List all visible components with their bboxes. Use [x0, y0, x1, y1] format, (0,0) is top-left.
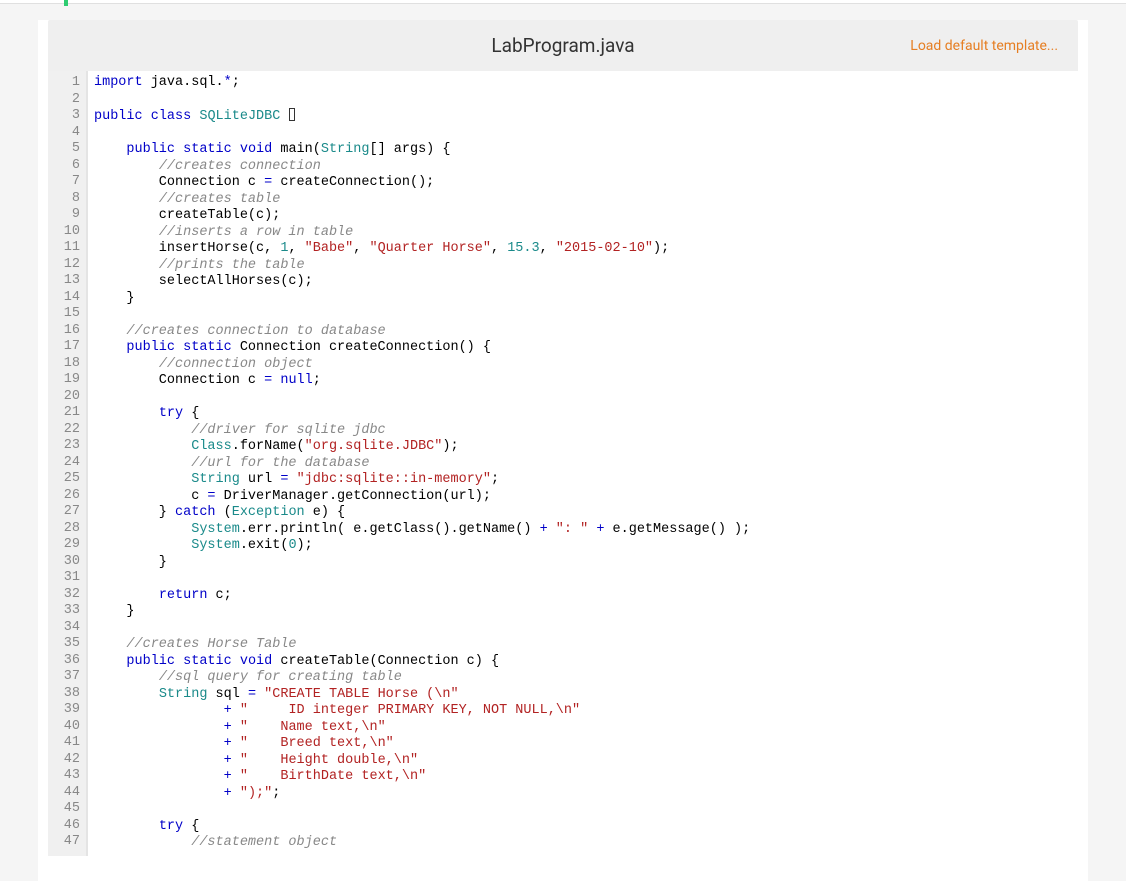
- code-line[interactable]: }: [94, 555, 1072, 572]
- code-line[interactable]: //creates Horse Table: [94, 637, 1072, 654]
- code-line[interactable]: //creates connection to database: [94, 324, 1072, 341]
- code-editor[interactable]: 1 2 3 4 5 6 7 8 9 10 11 12 13 14 15 16 1…: [48, 71, 1078, 856]
- code-line[interactable]: insertHorse(c, 1, "Babe", "Quarter Horse…: [94, 241, 1072, 258]
- page-top-bar: [0, 0, 1126, 4]
- code-line[interactable]: Class.forName("org.sqlite.JDBC");: [94, 439, 1072, 456]
- code-line[interactable]: //prints the table: [94, 258, 1072, 275]
- code-line[interactable]: return c;: [94, 588, 1072, 605]
- code-text-area[interactable]: import java.sql.*; public class SQLiteJD…: [86, 71, 1078, 856]
- code-line[interactable]: + " Name text,\n": [94, 720, 1072, 737]
- code-line[interactable]: //inserts a row in table: [94, 225, 1072, 242]
- code-line[interactable]: //driver for sqlite jdbc: [94, 423, 1072, 440]
- code-line[interactable]: [94, 307, 1072, 324]
- code-line[interactable]: import java.sql.*;: [94, 75, 1072, 92]
- code-line[interactable]: + " BirthDate text,\n": [94, 769, 1072, 786]
- code-line[interactable]: System.err.println( e.getClass().getName…: [94, 522, 1072, 539]
- code-line[interactable]: + ");";: [94, 786, 1072, 803]
- code-line[interactable]: }: [94, 291, 1072, 308]
- code-line[interactable]: public static Connection createConnectio…: [94, 340, 1072, 357]
- code-line[interactable]: System.exit(0);: [94, 538, 1072, 555]
- code-line[interactable]: [94, 390, 1072, 407]
- code-line[interactable]: public class SQLiteJDBC: [94, 108, 1072, 126]
- code-line[interactable]: //url for the database: [94, 456, 1072, 473]
- code-line[interactable]: [94, 802, 1072, 819]
- code-line[interactable]: public static void main(String[] args) {: [94, 142, 1072, 159]
- code-line[interactable]: String url = "jdbc:sqlite::in-memory";: [94, 472, 1072, 489]
- line-number-gutter: 1 2 3 4 5 6 7 8 9 10 11 12 13 14 15 16 1…: [48, 71, 86, 856]
- code-line[interactable]: createTable(c);: [94, 208, 1072, 225]
- code-line[interactable]: //creates connection: [94, 159, 1072, 176]
- code-line[interactable]: Connection c = null;: [94, 373, 1072, 390]
- code-line[interactable]: try {: [94, 819, 1072, 836]
- code-line[interactable]: //creates table: [94, 192, 1072, 209]
- code-line[interactable]: [94, 126, 1072, 143]
- code-line[interactable]: } catch (Exception e) {: [94, 505, 1072, 522]
- code-line[interactable]: + " Breed text,\n": [94, 736, 1072, 753]
- editor-container: LabProgram.java Load default template...…: [38, 20, 1088, 881]
- code-line[interactable]: + " ID integer PRIMARY KEY, NOT NULL,\n": [94, 703, 1072, 720]
- load-default-template-link[interactable]: Load default template...: [635, 38, 1058, 54]
- code-line[interactable]: //connection object: [94, 357, 1072, 374]
- code-line[interactable]: //statement object: [94, 835, 1072, 852]
- code-line[interactable]: try {: [94, 406, 1072, 423]
- file-title: LabProgram.java: [491, 34, 634, 57]
- code-line[interactable]: }: [94, 604, 1072, 621]
- cursor-icon: [289, 108, 295, 121]
- code-line[interactable]: String sql = "CREATE TABLE Horse (\n": [94, 687, 1072, 704]
- editor-header: LabProgram.java Load default template...: [48, 20, 1078, 71]
- code-line[interactable]: c = DriverManager.getConnection(url);: [94, 489, 1072, 506]
- code-line[interactable]: Connection c = createConnection();: [94, 175, 1072, 192]
- code-line[interactable]: public static void createTable(Connectio…: [94, 654, 1072, 671]
- code-line[interactable]: selectAllHorses(c);: [94, 274, 1072, 291]
- code-line[interactable]: + " Height double,\n": [94, 753, 1072, 770]
- code-line[interactable]: [94, 92, 1072, 109]
- code-line[interactable]: //sql query for creating table: [94, 670, 1072, 687]
- code-line[interactable]: [94, 571, 1072, 588]
- code-line[interactable]: [94, 621, 1072, 638]
